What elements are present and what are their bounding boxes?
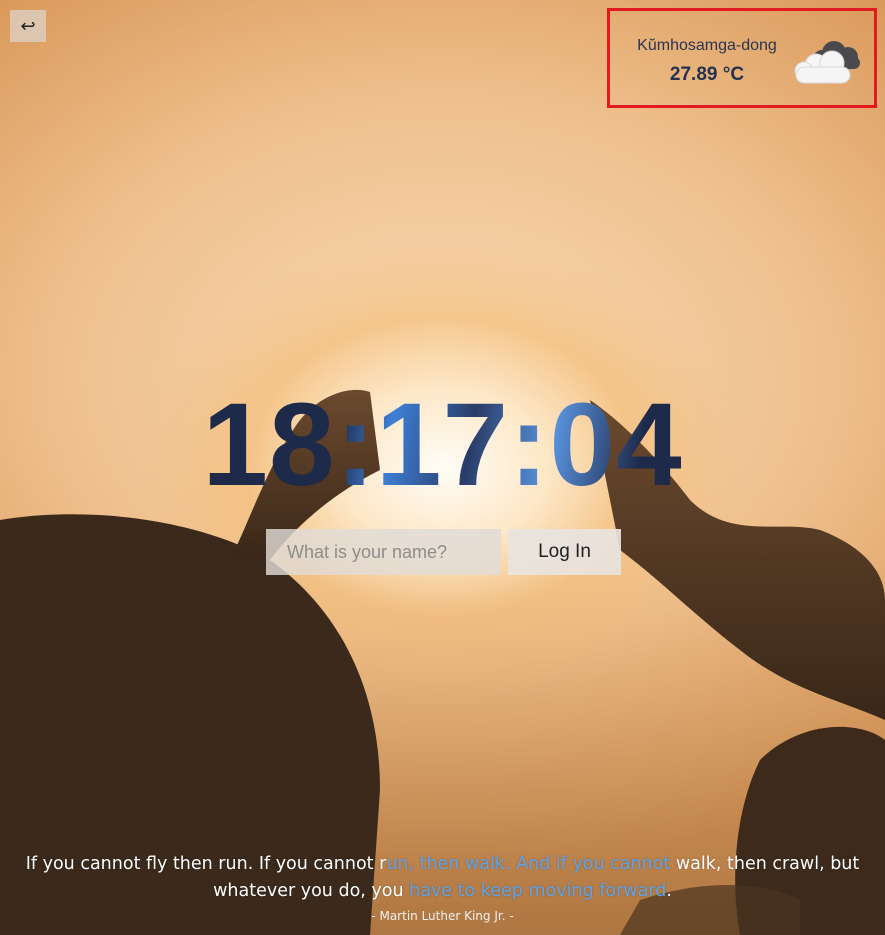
- weather-city: Kŭmhosamga-dong: [637, 37, 777, 54]
- quote-highlight: have to keep moving forward: [403, 881, 667, 901]
- quote-text: If you cannot fly then run. If you canno…: [10, 851, 875, 905]
- quote-author: - Martin Luther King Jr. -: [371, 909, 514, 923]
- quote-highlight: un, then walk. And if you cannot: [386, 854, 671, 874]
- return-arrow-icon: ↩: [20, 15, 36, 37]
- weather-temperature: 27.89 °C: [669, 64, 745, 85]
- name-input[interactable]: [266, 529, 501, 575]
- quote-segment: .: [666, 881, 672, 901]
- login-button[interactable]: Log In: [508, 529, 621, 575]
- clock: 18:17:04: [0, 380, 885, 510]
- weather-widget: Kŭmhosamga-dong 27.89 °C: [607, 8, 877, 108]
- login-form: Log In: [266, 529, 621, 575]
- back-button[interactable]: ↩: [10, 10, 46, 42]
- cloud-icon: [794, 41, 860, 84]
- quote-segment: If you cannot fly then run. If you canno…: [25, 854, 387, 874]
